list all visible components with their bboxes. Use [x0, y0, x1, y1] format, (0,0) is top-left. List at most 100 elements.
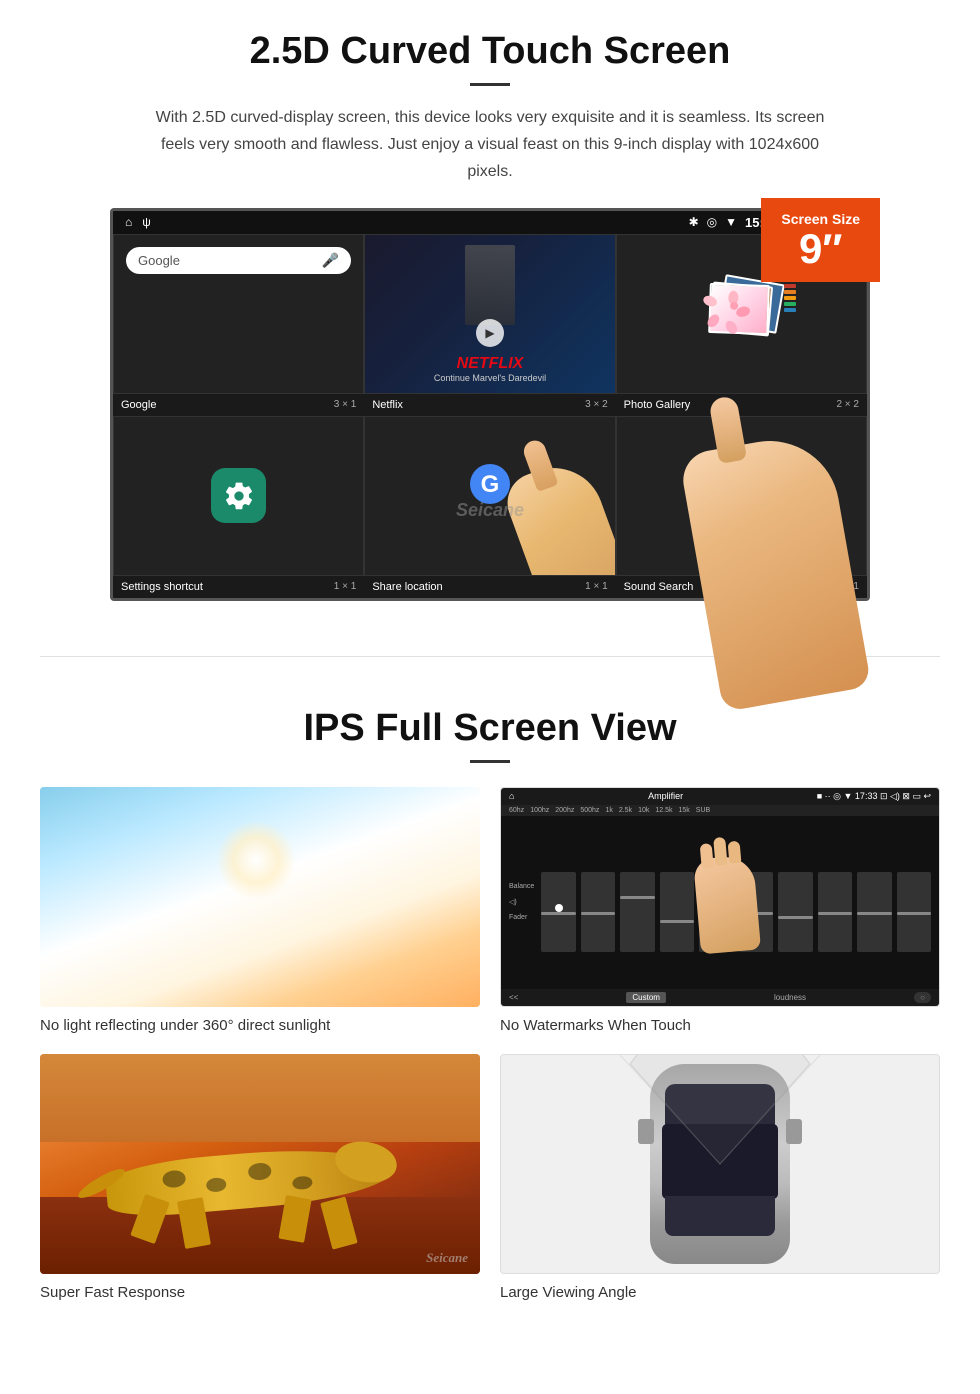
- wifi-icon: ▼: [725, 215, 737, 229]
- eq-freq-200: 200hz: [555, 807, 574, 814]
- settings-app-size: 1 × 1: [334, 581, 357, 592]
- netflix-play-button[interactable]: ▶: [476, 319, 504, 347]
- eq-sliders: [541, 852, 931, 952]
- netflix-app-name: Netflix: [372, 399, 403, 411]
- share-app-name: Share location: [372, 581, 442, 593]
- cheetah-watermark: Seicane: [426, 1250, 468, 1266]
- screen-mockup: ⌂ ψ ✱ ◎ ▼ 15:06 ⊡ ◁) ⊠ ▭: [110, 208, 870, 601]
- title-underline: [470, 83, 510, 86]
- sunlight-image: [40, 787, 480, 1007]
- car-image: [500, 1054, 940, 1274]
- eq-freq-12.5k: 12.5k: [655, 807, 672, 814]
- music-note-icon: ♪: [735, 480, 748, 511]
- eq-fader-label: Fader: [509, 914, 534, 921]
- eq-hand-overlay: [541, 852, 931, 952]
- sunlight-caption: No light reflecting under 360° direct su…: [40, 1017, 480, 1034]
- sound-app-label: Sound Search 1 × 1: [616, 576, 867, 598]
- settings-icon: [211, 468, 266, 523]
- section-curved-screen: 2.5D Curved Touch Screen With 2.5D curve…: [0, 0, 980, 626]
- cheetah-caption: Super Fast Response: [40, 1284, 480, 1301]
- settings-app-cell[interactable]: [113, 416, 364, 576]
- sound-search-app-cell[interactable]: ♪: [616, 416, 867, 576]
- amp-loudness-label: loudness: [774, 993, 806, 1002]
- section1-title: 2.5D Curved Touch Screen: [60, 30, 920, 73]
- eq-freq-sub: SUB: [696, 807, 710, 814]
- car-top-view: [630, 1064, 810, 1264]
- gallery-app-name: Photo Gallery: [624, 399, 691, 411]
- netflix-logo: NETFLIX: [457, 355, 524, 373]
- feature-car: Large Viewing Angle: [500, 1054, 940, 1301]
- eq-freq-100: 100hz: [530, 807, 549, 814]
- google-logo: Google: [138, 253, 180, 268]
- sunlight-visual: [40, 787, 480, 1007]
- eq-labels: 60hz 100hz 200hz 500hz 1k 2.5k 10k 12.5k…: [501, 805, 939, 816]
- amp-header: ⌂ Amplifier ■ ·· ◎ ▼ 17:33 ⊡ ◁) ⊠ ▭ ↩: [501, 788, 939, 805]
- gallery-app-size: 2 × 2: [836, 399, 859, 410]
- screen-size-badge: Screen Size 9″: [761, 198, 880, 282]
- settings-app-label: Settings shortcut 1 × 1: [113, 576, 364, 598]
- amplifier-caption: No Watermarks When Touch: [500, 1017, 940, 1034]
- sound-search-icon: ♪: [714, 468, 769, 523]
- google-app-cell[interactable]: Google 🎤: [113, 234, 364, 394]
- netflix-app-label: Netflix 3 × 2: [364, 394, 615, 416]
- google-app-name: Google: [121, 399, 156, 411]
- svg-text:G: G: [481, 471, 500, 498]
- section1-description: With 2.5D curved-display screen, this de…: [140, 104, 840, 186]
- car-caption: Large Viewing Angle: [500, 1284, 940, 1301]
- amplifier-image: ⌂ Amplifier ■ ·· ◎ ▼ 17:33 ⊡ ◁) ⊠ ▭ ↩ 60…: [500, 787, 940, 1007]
- eq-freq-60: 60hz: [509, 807, 524, 814]
- feature-amplifier: ⌂ Amplifier ■ ·· ◎ ▼ 17:33 ⊡ ◁) ⊠ ▭ ↩ 60…: [500, 787, 940, 1034]
- netflix-subtitle: Continue Marvel's Daredevil: [434, 373, 546, 383]
- gear-svg: [223, 480, 255, 512]
- home-icon[interactable]: ⌂: [125, 215, 132, 229]
- amp-toggle[interactable]: ○: [914, 992, 931, 1003]
- netflix-app-size: 3 × 2: [585, 399, 608, 410]
- section2-underline: [470, 760, 510, 763]
- amplifier-screen: ⌂ Amplifier ■ ·· ◎ ▼ 17:33 ⊡ ◁) ⊠ ▭ ↩ 60…: [501, 788, 939, 1006]
- bluetooth-icon: ✱: [689, 215, 699, 229]
- eq-freq-10k: 10k: [638, 807, 649, 814]
- hand-gesture: [505, 454, 616, 576]
- amp-back-btn[interactable]: <<: [509, 993, 518, 1002]
- netflix-app-cell[interactable]: ▶ NETFLIX Continue Marvel's Daredevil: [364, 234, 615, 394]
- eq-left-labels: Balance ◁) Fader: [509, 883, 534, 921]
- netflix-background: ▶ NETFLIX Continue Marvel's Daredevil: [365, 235, 614, 393]
- share-app-label: Share location 1 × 1: [364, 576, 615, 598]
- section2-title: IPS Full Screen View: [40, 707, 940, 750]
- feature-sunlight: No light reflecting under 360° direct su…: [40, 787, 480, 1034]
- feature-cheetah: Seicane Super Fast Response: [40, 1054, 480, 1301]
- amp-footer: << Custom loudness ○: [501, 989, 939, 1006]
- hand-on-eq: [693, 855, 761, 955]
- gallery-stack: [701, 279, 781, 349]
- eq-control-area: Balance ◁) Fader: [501, 816, 939, 989]
- app-grid-row1: Google 🎤 ▶ NETFLIX Continue Marvel's Dar…: [113, 234, 867, 394]
- viewing-angle-arcs: [610, 1054, 830, 1274]
- gallery-image-1: [708, 283, 770, 335]
- app-label-row1: Google 3 × 1 Netflix 3 × 2 Photo Gallery…: [113, 394, 867, 416]
- status-bar-left: ⌂ ψ: [125, 215, 151, 229]
- share-location-app-cell[interactable]: G: [364, 416, 615, 576]
- badge-size-value: 9″: [781, 228, 860, 270]
- feature-grid: No light reflecting under 360° direct su…: [40, 787, 940, 1301]
- app-label-row2: Settings shortcut 1 × 1 Share location 1…: [113, 576, 867, 598]
- location-icon: ◎: [707, 215, 717, 229]
- eq-volume-icon: ◁): [509, 898, 534, 906]
- microphone-icon[interactable]: 🎤: [322, 252, 339, 269]
- eq-freq-15k: 15k: [678, 807, 689, 814]
- eq-freq-2.5k: 2.5k: [619, 807, 632, 814]
- section-ips-view: IPS Full Screen View No light reflecting…: [0, 687, 980, 1331]
- gallery-app-label: Photo Gallery 2 × 2: [616, 394, 867, 416]
- cheetah-image: Seicane: [40, 1054, 480, 1274]
- amp-custom-btn[interactable]: Custom: [626, 992, 666, 1003]
- netflix-character: [465, 245, 515, 325]
- google-app-label: Google 3 × 1: [113, 394, 364, 416]
- amp-title: Amplifier: [648, 791, 683, 801]
- cheetah-visual: Seicane: [40, 1054, 480, 1274]
- settings-app-name: Settings shortcut: [121, 581, 203, 593]
- sound-app-size: 1 × 1: [836, 581, 859, 592]
- google-search-bar[interactable]: Google 🎤: [126, 247, 351, 274]
- eq-freq-500: 500hz: [580, 807, 599, 814]
- status-bar: ⌂ ψ ✱ ◎ ▼ 15:06 ⊡ ◁) ⊠ ▭: [113, 211, 867, 234]
- eq-balance-label: Balance: [509, 883, 534, 890]
- amp-status: ■ ·· ◎ ▼ 17:33 ⊡ ◁) ⊠ ▭ ↩: [817, 791, 931, 802]
